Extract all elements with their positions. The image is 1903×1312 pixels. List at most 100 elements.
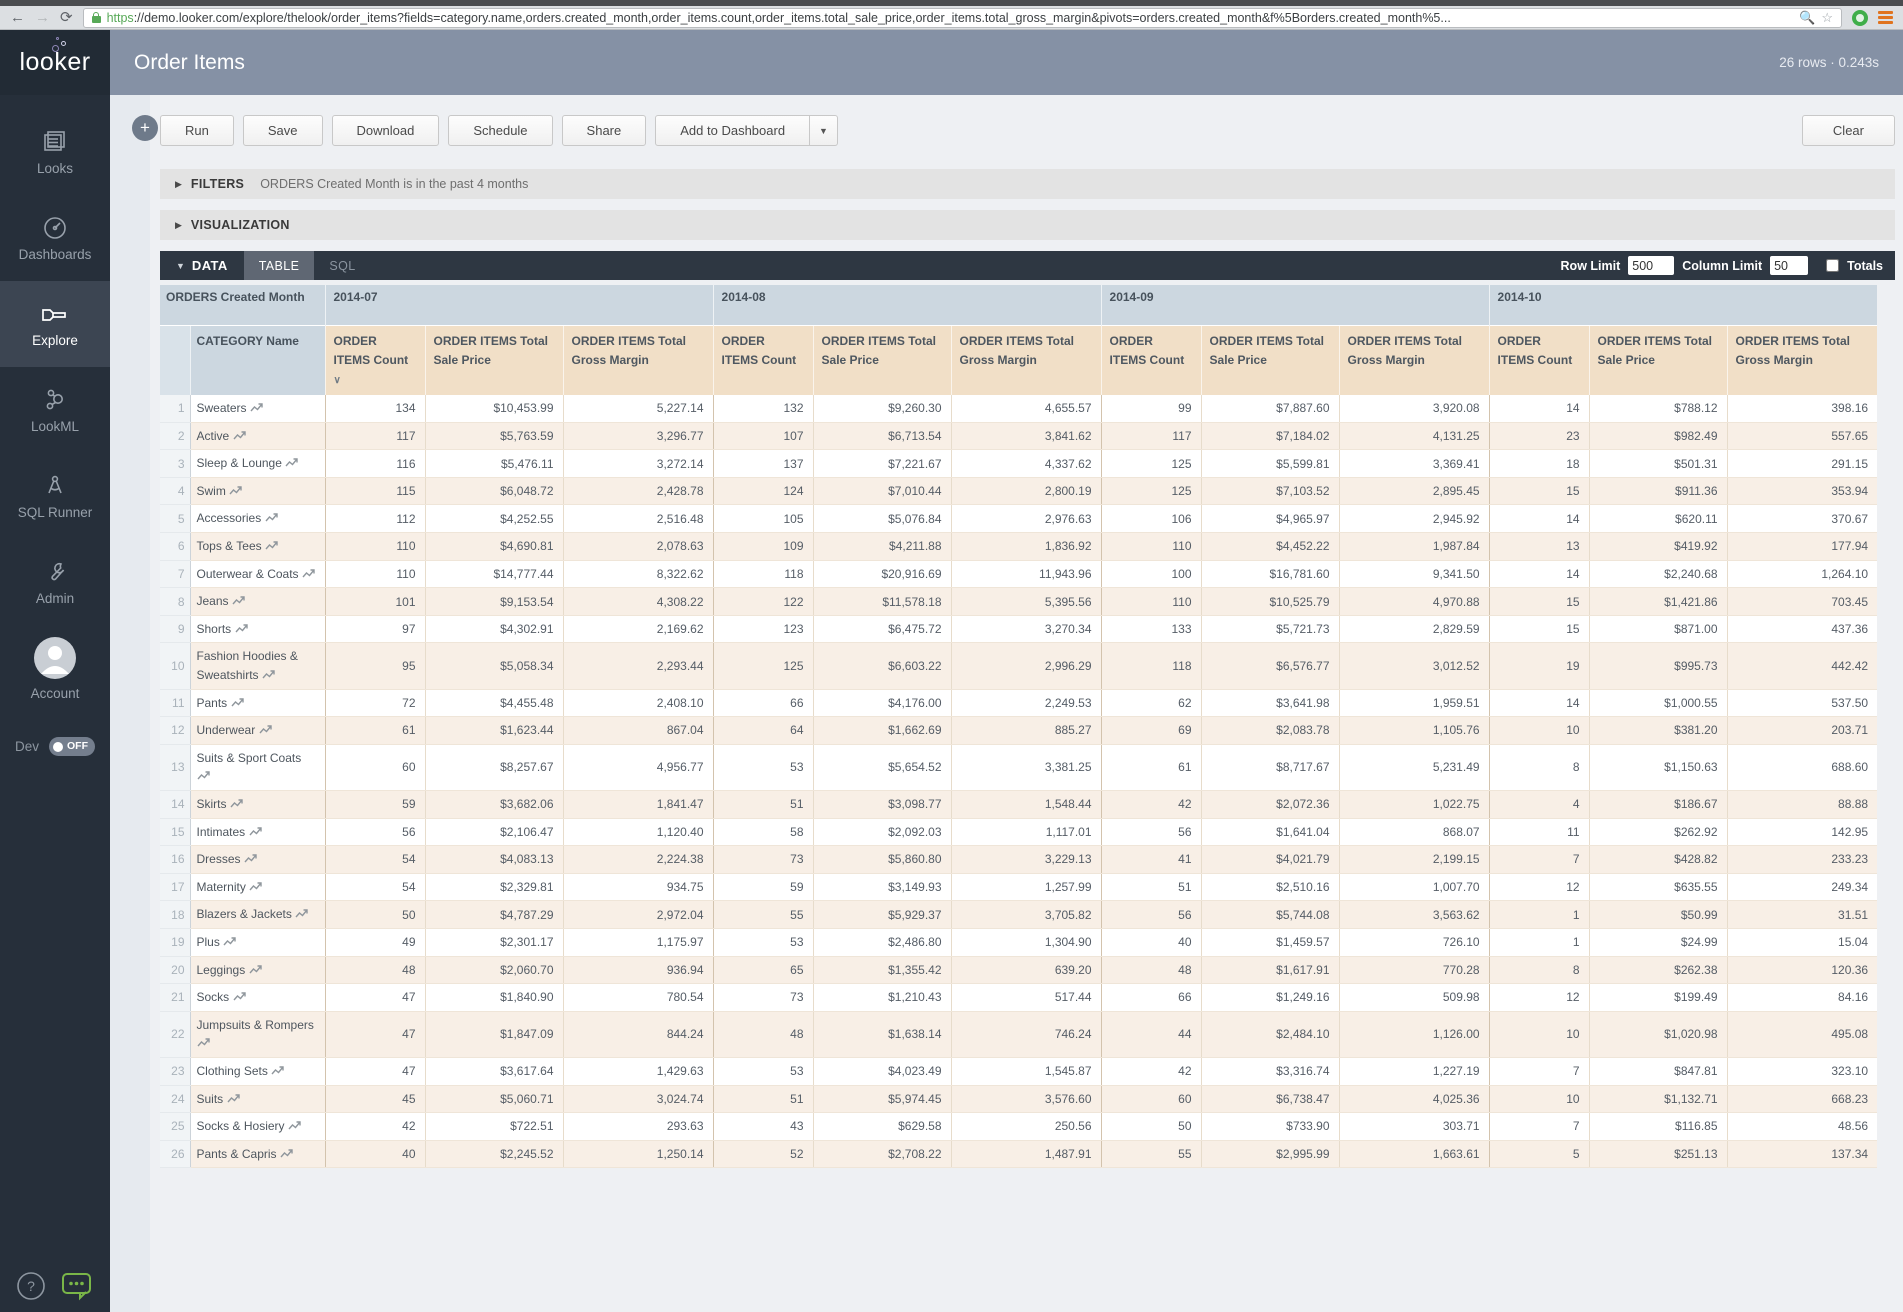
value-cell[interactable]: 2,976.63 bbox=[951, 505, 1101, 533]
value-cell[interactable]: 3,296.77 bbox=[563, 422, 713, 450]
value-cell[interactable]: $4,690.81 bbox=[425, 533, 563, 561]
value-cell[interactable]: $2,484.10 bbox=[1201, 1011, 1339, 1057]
value-cell[interactable]: $7,221.67 bbox=[813, 450, 951, 478]
value-cell[interactable]: 780.54 bbox=[563, 984, 713, 1012]
total-gross-margin-header[interactable]: ORDER ITEMS Total Gross Margin bbox=[1339, 325, 1489, 395]
value-cell[interactable]: 2,895.45 bbox=[1339, 477, 1489, 505]
value-cell[interactable]: 55 bbox=[713, 901, 813, 929]
value-cell[interactable]: 4,970.88 bbox=[1339, 588, 1489, 616]
value-cell[interactable]: 1,227.19 bbox=[1339, 1057, 1489, 1085]
value-cell[interactable]: 48.56 bbox=[1727, 1113, 1877, 1141]
value-cell[interactable]: $4,965.97 bbox=[1201, 505, 1339, 533]
pivot-value-header[interactable]: 2014-10 bbox=[1489, 285, 1877, 325]
total-sale-price-header[interactable]: ORDER ITEMS Total Sale Price bbox=[1589, 325, 1727, 395]
value-cell[interactable]: 49 bbox=[325, 928, 425, 956]
value-cell[interactable]: $1,421.86 bbox=[1589, 588, 1727, 616]
category-cell[interactable]: Fashion Hoodies & Sweatshirts bbox=[190, 643, 325, 689]
value-cell[interactable]: 3,563.62 bbox=[1339, 901, 1489, 929]
looker-logo[interactable]: looker bbox=[0, 30, 110, 95]
value-cell[interactable]: $6,576.77 bbox=[1201, 643, 1339, 689]
value-cell[interactable]: 3,381.25 bbox=[951, 744, 1101, 790]
value-cell[interactable]: 1,126.00 bbox=[1339, 1011, 1489, 1057]
back-icon[interactable]: ← bbox=[10, 10, 25, 25]
value-cell[interactable]: 69 bbox=[1101, 717, 1201, 745]
value-cell[interactable]: 125 bbox=[713, 643, 813, 689]
value-cell[interactable]: 14 bbox=[1489, 505, 1589, 533]
value-cell[interactable]: $2,240.68 bbox=[1589, 560, 1727, 588]
value-cell[interactable]: 1,663.61 bbox=[1339, 1140, 1489, 1168]
value-cell[interactable]: 105 bbox=[713, 505, 813, 533]
value-cell[interactable]: $11,578.18 bbox=[813, 588, 951, 616]
value-cell[interactable]: 40 bbox=[1101, 928, 1201, 956]
value-cell[interactable]: 1,250.14 bbox=[563, 1140, 713, 1168]
category-cell[interactable]: Sleep & Lounge bbox=[190, 450, 325, 478]
value-cell[interactable]: $7,887.60 bbox=[1201, 395, 1339, 422]
value-cell[interactable]: 15.04 bbox=[1727, 928, 1877, 956]
value-cell[interactable]: $4,302.91 bbox=[425, 615, 563, 643]
value-cell[interactable]: 537.50 bbox=[1727, 689, 1877, 717]
value-cell[interactable]: 2,972.04 bbox=[563, 901, 713, 929]
value-cell[interactable]: $2,060.70 bbox=[425, 956, 563, 984]
value-cell[interactable]: 50 bbox=[325, 901, 425, 929]
category-cell[interactable]: Dresses bbox=[190, 846, 325, 874]
value-cell[interactable]: $1,355.42 bbox=[813, 956, 951, 984]
value-cell[interactable]: 65 bbox=[713, 956, 813, 984]
value-cell[interactable]: 137.34 bbox=[1727, 1140, 1877, 1168]
value-cell[interactable]: $4,176.00 bbox=[813, 689, 951, 717]
value-cell[interactable]: $5,860.80 bbox=[813, 846, 951, 874]
bookmark-star-icon[interactable]: ☆ bbox=[1821, 10, 1833, 26]
value-cell[interactable]: 5,231.49 bbox=[1339, 744, 1489, 790]
value-cell[interactable]: $5,721.73 bbox=[1201, 615, 1339, 643]
value-cell[interactable]: 3,841.62 bbox=[951, 422, 1101, 450]
category-cell[interactable]: Blazers & Jackets bbox=[190, 901, 325, 929]
total-sale-price-header[interactable]: ORDER ITEMS Total Sale Price bbox=[425, 325, 563, 395]
value-cell[interactable]: 509.98 bbox=[1339, 984, 1489, 1012]
value-cell[interactable]: 703.45 bbox=[1727, 588, 1877, 616]
category-cell[interactable]: Underwear bbox=[190, 717, 325, 745]
value-cell[interactable]: $419.92 bbox=[1589, 533, 1727, 561]
value-cell[interactable]: 60 bbox=[1101, 1085, 1201, 1113]
value-cell[interactable]: $501.31 bbox=[1589, 450, 1727, 478]
value-cell[interactable]: 58 bbox=[713, 818, 813, 846]
value-cell[interactable]: $995.73 bbox=[1589, 643, 1727, 689]
value-cell[interactable]: $733.90 bbox=[1201, 1113, 1339, 1141]
schedule-button[interactable]: Schedule bbox=[448, 115, 552, 146]
value-cell[interactable]: 353.94 bbox=[1727, 477, 1877, 505]
value-cell[interactable]: 1,304.90 bbox=[951, 928, 1101, 956]
value-cell[interactable]: 3,012.52 bbox=[1339, 643, 1489, 689]
value-cell[interactable]: $1,847.09 bbox=[425, 1011, 563, 1057]
value-cell[interactable]: 844.24 bbox=[563, 1011, 713, 1057]
value-cell[interactable]: 10 bbox=[1489, 1011, 1589, 1057]
value-cell[interactable]: 1,105.76 bbox=[1339, 717, 1489, 745]
category-cell[interactable]: Accessories bbox=[190, 505, 325, 533]
value-cell[interactable]: 1,175.97 bbox=[563, 928, 713, 956]
value-cell[interactable]: 56 bbox=[1101, 818, 1201, 846]
value-cell[interactable]: 4,131.25 bbox=[1339, 422, 1489, 450]
value-cell[interactable]: 8,322.62 bbox=[563, 560, 713, 588]
value-cell[interactable]: $7,184.02 bbox=[1201, 422, 1339, 450]
value-cell[interactable]: 118 bbox=[1101, 643, 1201, 689]
value-cell[interactable]: 48 bbox=[1101, 956, 1201, 984]
value-cell[interactable]: 934.75 bbox=[563, 873, 713, 901]
value-cell[interactable]: 53 bbox=[713, 1057, 813, 1085]
value-cell[interactable]: 2,224.38 bbox=[563, 846, 713, 874]
value-cell[interactable]: $4,787.29 bbox=[425, 901, 563, 929]
value-cell[interactable]: 11,943.96 bbox=[951, 560, 1101, 588]
category-cell[interactable]: Shorts bbox=[190, 615, 325, 643]
value-cell[interactable]: 3,369.41 bbox=[1339, 450, 1489, 478]
value-cell[interactable]: 3,920.08 bbox=[1339, 395, 1489, 422]
value-cell[interactable]: 124 bbox=[713, 477, 813, 505]
value-cell[interactable]: 746.24 bbox=[951, 1011, 1101, 1057]
value-cell[interactable]: 41 bbox=[1101, 846, 1201, 874]
value-cell[interactable]: $1,617.91 bbox=[1201, 956, 1339, 984]
value-cell[interactable]: 56 bbox=[1101, 901, 1201, 929]
value-cell[interactable]: $2,486.80 bbox=[813, 928, 951, 956]
value-cell[interactable]: $2,995.99 bbox=[1201, 1140, 1339, 1168]
value-cell[interactable]: $5,599.81 bbox=[1201, 450, 1339, 478]
value-cell[interactable]: $4,455.48 bbox=[425, 689, 563, 717]
value-cell[interactable]: 110 bbox=[325, 560, 425, 588]
value-cell[interactable]: 3,024.74 bbox=[563, 1085, 713, 1113]
value-cell[interactable]: 125 bbox=[1101, 450, 1201, 478]
value-cell[interactable]: $7,103.52 bbox=[1201, 477, 1339, 505]
zoom-page-icon[interactable]: 🔍 bbox=[1799, 10, 1815, 26]
